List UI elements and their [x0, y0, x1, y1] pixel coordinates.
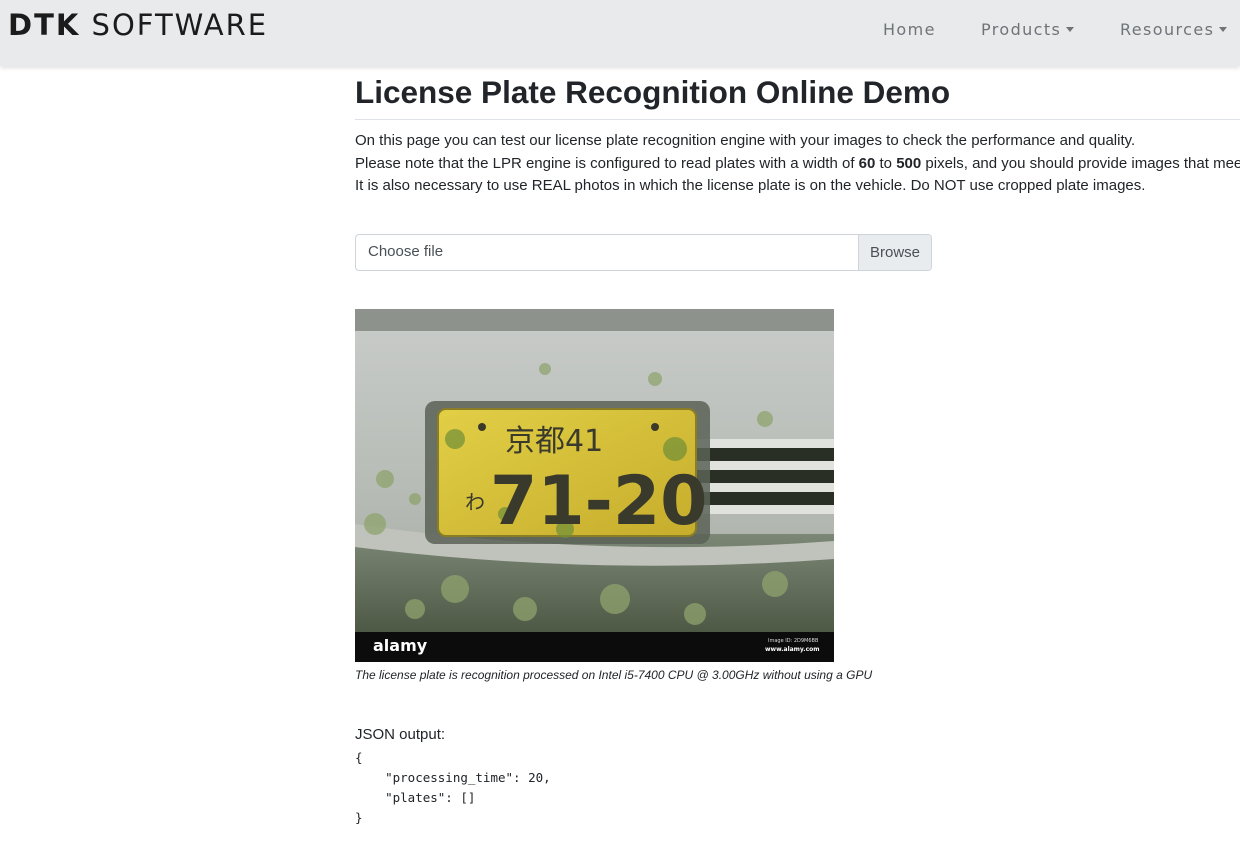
watermark-logo: alamy — [373, 636, 428, 655]
intro-line-2-mid: to — [875, 154, 897, 172]
top-navbar: DTK SOFTWARE Home Products Resources — [0, 0, 1240, 66]
brand-logo[interactable]: DTK SOFTWARE — [8, 8, 268, 42]
nav-home-label: Home — [883, 20, 936, 39]
nav-resources-label: Resources — [1120, 20, 1215, 39]
watermark-url: www.alamy.com — [765, 646, 820, 653]
nav-products-dropdown[interactable]: Products — [981, 20, 1075, 39]
plate-top-text: 京都41 — [505, 424, 603, 459]
nav-products-label: Products — [981, 20, 1062, 39]
browse-button[interactable]: Browse — [858, 235, 931, 270]
max-width-value: 500 — [896, 154, 922, 172]
intro-line-3: It is also necessary to use REAL photos … — [355, 177, 1146, 194]
plate-number-text: 71-20 — [490, 462, 707, 541]
nav-resources-dropdown[interactable]: Resources — [1120, 20, 1228, 39]
watermark-image-id: Image ID: 2D9M6BB — [768, 638, 819, 644]
page-title: License Plate Recognition Online Demo — [355, 74, 951, 110]
intro-line-2-pre: Please note that the LPR engine is confi… — [355, 154, 859, 172]
file-upload-input[interactable]: Choose file Browse — [355, 234, 932, 271]
caret-down-icon — [1219, 27, 1228, 32]
intro-line-2: Please note that the LPR engine is confi… — [355, 153, 1240, 176]
plate-prefix-text: わ — [465, 490, 485, 514]
brand-light-text: SOFTWARE — [91, 8, 269, 42]
caret-down-icon — [1066, 27, 1075, 32]
nav-home-link[interactable]: Home — [883, 20, 936, 39]
min-width-value: 60 — [858, 154, 876, 172]
image-caption: The license plate is recognition process… — [355, 668, 873, 682]
intro-line-1: On this page you can test our license pl… — [355, 132, 1136, 149]
intro-text: On this page you can test our license pl… — [355, 130, 1240, 198]
brand-bold-text: DTK — [8, 8, 81, 42]
uploaded-car-photo: 京都41 わ 71-20 alamy Image ID: 2D9M6BB www… — [355, 309, 834, 662]
intro-line-2-post: pixels, and you should provide images th… — [925, 154, 1240, 172]
json-output-label: JSON output: — [355, 726, 446, 743]
json-output-code: { "processing_time": 20, "plates": [] } — [355, 750, 551, 825]
title-divider — [355, 119, 1240, 120]
file-input-placeholder: Choose file — [368, 243, 444, 260]
